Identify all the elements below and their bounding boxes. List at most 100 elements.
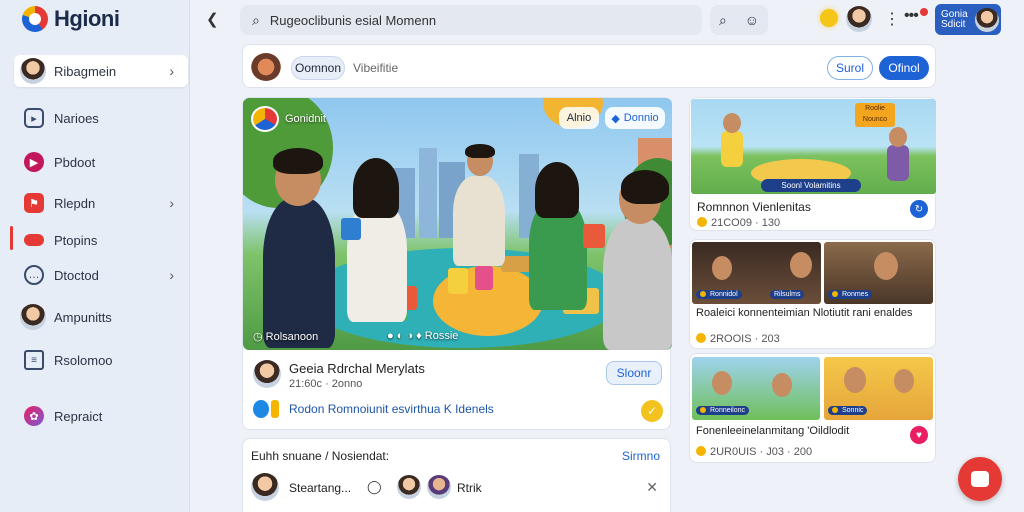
sidebar-item-label: Ampunitts (54, 309, 112, 325)
right-post-meta-2-text: 2ROOIS · 203 (710, 333, 780, 345)
person-head (790, 252, 812, 278)
thumb-label: Rilsulms (770, 290, 805, 299)
kid-head (889, 127, 907, 147)
nav-square-icon: ▸ (24, 108, 44, 128)
person-head (844, 367, 866, 393)
author-name[interactable]: Geeia Rdrchal Merylats (289, 361, 425, 376)
right-post-thumb-2a[interactable]: Ronnidol Rilsulms (692, 242, 821, 304)
chat-icon (971, 471, 989, 487)
close-icon[interactable]: ✕ (646, 479, 658, 496)
flag-icon: ⚑ (24, 193, 44, 213)
more-horizontal-icon[interactable]: ••• (904, 7, 919, 25)
clock-icon: ◷ (253, 331, 266, 343)
audience-chip[interactable]: Oomnon (291, 56, 345, 80)
person-head (894, 369, 914, 393)
cup (448, 268, 468, 294)
user-avatar-icon (20, 58, 46, 84)
coin-icon (700, 407, 706, 413)
lightbulb-icon[interactable] (820, 9, 838, 27)
right-post-title-1[interactable]: Romnnon Vienlenitas (697, 200, 811, 214)
follow-button[interactable]: Sloonr (606, 361, 662, 385)
smile-icon[interactable]: ☺ (745, 12, 759, 28)
thumb-label: Ronneilonc (696, 406, 750, 415)
thumb-label-text: Sonnic (842, 407, 864, 414)
reply-avatar (427, 475, 451, 499)
person (263, 198, 335, 348)
sidebar-item-pbdoot[interactable]: ▶ Pbdoot (14, 146, 188, 178)
sidebar-item-label: Dtoctod (54, 267, 99, 283)
sidebar-item-dtoctod[interactable]: … Dtoctod › (14, 259, 188, 291)
author-avatar[interactable] (253, 360, 281, 388)
commenter-name[interactable]: Steartang... (289, 481, 351, 495)
tag-secondary[interactable]: Alnio (559, 107, 599, 129)
reply-label[interactable]: Rtrik (457, 481, 482, 495)
person-hair (273, 148, 323, 174)
secondary-button[interactable]: Surol (827, 56, 873, 80)
back-icon[interactable]: ❮ (206, 10, 219, 28)
more-vertical-icon[interactable]: ⋮ (884, 9, 900, 29)
sidebar-item-repraict[interactable]: ✿ Repraict (14, 400, 188, 432)
chat-bubble-icon: … (24, 265, 44, 285)
right-post-thumb-3a[interactable]: Ronneilonc (692, 357, 820, 420)
share-icon[interactable]: ↻ (910, 200, 928, 218)
follow-button-label: Sloonr (616, 366, 652, 380)
comment-card: Euhh snuane / Nosiendat: Sirmno Steartan… (242, 438, 671, 512)
right-post-title-2[interactable]: Roaleici konnenteimian Nlotiutit rani en… (696, 308, 916, 319)
person-head (712, 256, 732, 280)
commenter-avatar[interactable] (251, 473, 279, 501)
comment-bubble-icon[interactable]: ◯ (367, 479, 382, 495)
thumb-label-text: Ronmes (842, 291, 869, 298)
sidebar-item-ampunitts[interactable]: Ampunitts (14, 301, 188, 333)
primary-button-label: Ofinol (888, 61, 920, 75)
heart-icon[interactable]: ♥ (910, 426, 928, 444)
cup (475, 266, 493, 290)
tag-primary[interactable]: ◆ Donnio (605, 107, 665, 129)
sidebar-item-narioes[interactable]: ▸ Narioes (14, 102, 188, 134)
kid-figure (887, 145, 909, 181)
sidebar-item-ptopins[interactable]: Ptopins (14, 224, 188, 256)
sidebar-item-profile[interactable]: Ribagmein › (14, 55, 188, 87)
reply-avatar (397, 475, 421, 499)
profile-button[interactable]: Gonia Sdicit (935, 4, 1001, 35)
composer-placeholder[interactable]: Vibeifitie (353, 61, 398, 75)
caption-right-text: Rossie (424, 330, 459, 342)
primary-button[interactable]: Ofinol (879, 56, 929, 80)
search-icon: ⌕ (252, 11, 260, 28)
right-post-image-1[interactable]: Roolie Nounco Soonl Volamitins (691, 99, 936, 194)
search-input[interactable]: ⌕ Rugeoclibunis esial Momenn (240, 5, 702, 35)
list-icon: ≡ (24, 350, 44, 370)
profile-avatar (975, 7, 999, 32)
right-post-thumb-2b[interactable]: Ronmes (824, 242, 933, 304)
search-tools[interactable]: ⌕ ☺ (710, 5, 768, 35)
user-avatar[interactable] (846, 6, 872, 32)
thumb-label-text: Ronneilonc (710, 407, 746, 414)
post-link[interactable]: Rodon Romnoiunit esvirthua K Idenels (289, 402, 494, 416)
user-avatar-icon (20, 304, 46, 330)
app-logo[interactable]: Hgioni (22, 6, 120, 32)
coin-icon (700, 291, 706, 297)
sidebar-item-label: Pbdoot (54, 154, 96, 170)
sidebar-item-label: Narioes (54, 110, 99, 126)
sidebar: Hgioni Ribagmein › ▸ Narioes ▶ Pbdoot ⚑ … (0, 0, 190, 512)
right-post-title-3[interactable]: Fonenleeinelanmitang 'Oildlodit (696, 425, 849, 437)
see-all-link[interactable]: Sirmno (622, 449, 660, 463)
person (603, 218, 672, 350)
person-head (874, 252, 898, 280)
chat-fab[interactable] (958, 457, 1002, 501)
coin-icon (697, 217, 707, 227)
post-image[interactable]: Gonidnit Alnio ◆ Donnio ◷ Rolsanoon ● ◐ … (243, 98, 672, 350)
active-marker (10, 226, 13, 250)
sidebar-item-rlepdn[interactable]: ⚑ Rlepdn › (14, 187, 188, 219)
play-icon: ▶ (24, 152, 44, 172)
image-caption-left: ◷ Rolsanoon (253, 330, 318, 343)
image-banner: Soonl Volamitins (761, 179, 861, 192)
group-badge[interactable]: Gonidnit (251, 106, 326, 132)
bookmark-icon[interactable]: ✓ (641, 400, 663, 422)
sidebar-item-label: Repraict (54, 408, 103, 424)
reaction-icons: ● ◐ ◑ ♦ (387, 330, 425, 342)
app-name: Hgioni (54, 6, 120, 31)
search-icon[interactable]: ⌕ (719, 12, 727, 29)
right-post-thumb-3b[interactable]: Sonnic (824, 357, 933, 420)
sidebar-item-rsolomoo[interactable]: ≡ Rsolomoo (14, 344, 188, 376)
post-time: 21:60c · 2onno (289, 378, 363, 390)
